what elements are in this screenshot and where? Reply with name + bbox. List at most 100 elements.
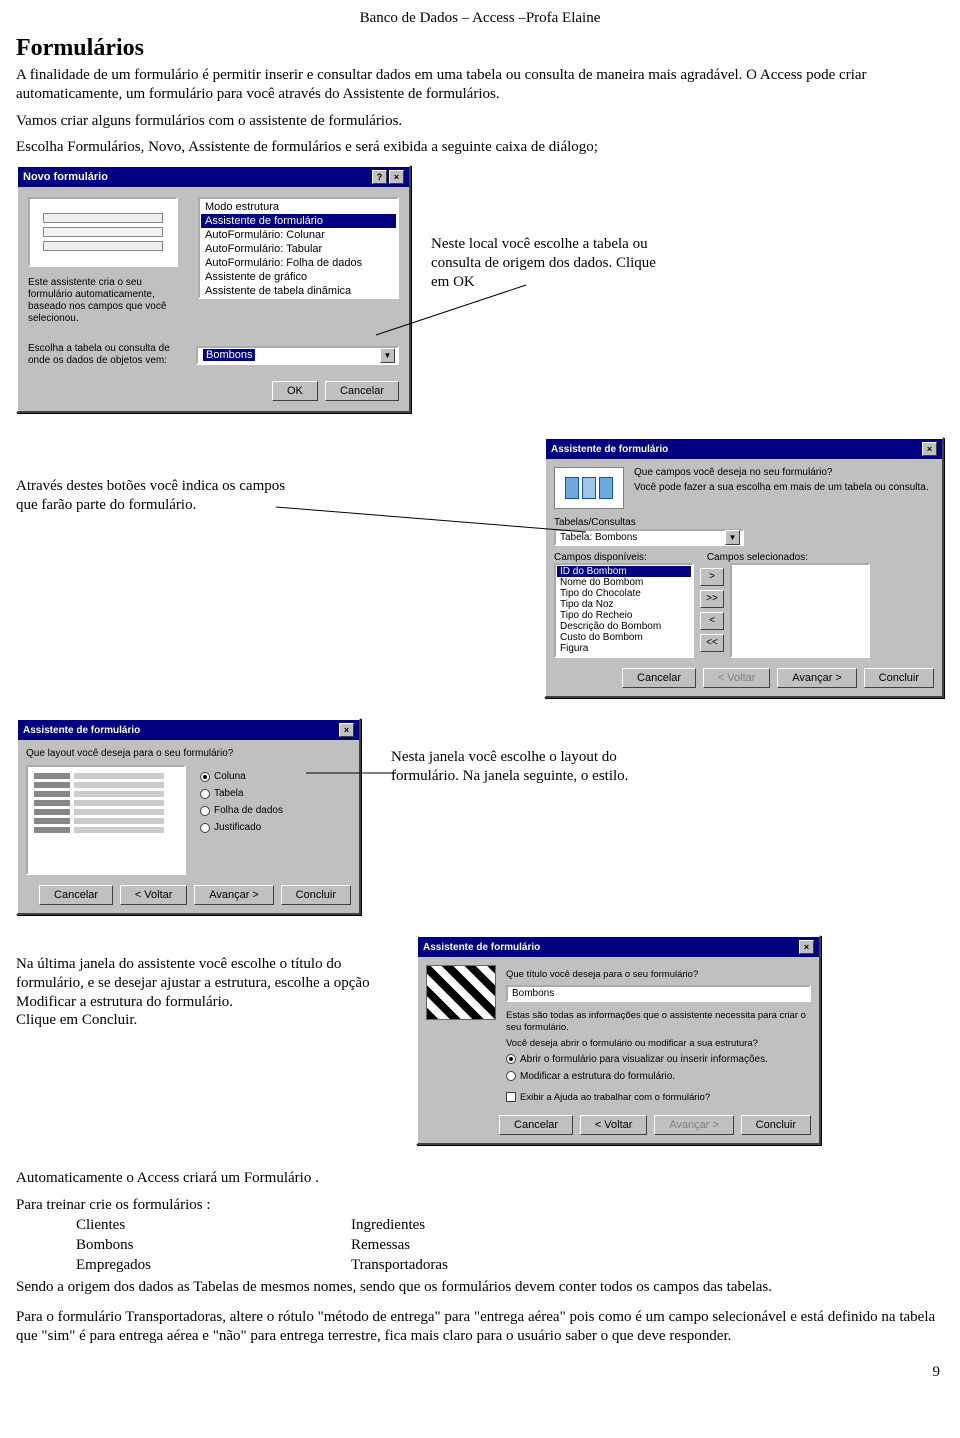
- wizard-fields-dialog: Assistente de formulário × Que campos vo…: [544, 437, 944, 698]
- form-type-option[interactable]: AutoFormulário: Folha de dados: [201, 256, 396, 270]
- dialog-titlebar: Assistente de formulário ×: [546, 439, 942, 459]
- callout-arrows: Através destes botões você indica os cam…: [16, 437, 306, 515]
- form-name-item: Bombons: [76, 1235, 151, 1255]
- tables-queries-combobox[interactable]: Tabela: Bombons ▼: [554, 529, 744, 546]
- form-type-option[interactable]: AutoFormulário: Tabular: [201, 242, 396, 256]
- back-button[interactable]: < Voltar: [120, 885, 188, 905]
- wizard-prompt2: Você pode fazer a sua escolha em mais de…: [634, 482, 934, 493]
- checkered-flag-icon: [426, 965, 496, 1020]
- dialog-titlebar: Assistente de formulário ×: [418, 937, 819, 957]
- form-name-item: Ingredientes: [351, 1215, 448, 1235]
- form-type-listbox[interactable]: Modo estruturaAssistente de formulárioAu…: [198, 197, 399, 299]
- finish-button[interactable]: Concluir: [741, 1115, 811, 1135]
- wizard-finish-dialog: Assistente de formulário × Que título vo…: [416, 935, 821, 1145]
- layout-radio-label: Coluna: [214, 771, 246, 782]
- section-title: Formulários: [16, 35, 944, 62]
- available-fields-listbox[interactable]: ID do BombomNome do BombomTipo do Chocol…: [554, 563, 694, 658]
- form-type-option[interactable]: Assistente de tabela dinâmica: [201, 284, 396, 298]
- selected-fields-listbox[interactable]: [730, 563, 870, 658]
- finish-button[interactable]: Concluir: [281, 885, 351, 905]
- cancel-button[interactable]: Cancelar: [622, 668, 696, 688]
- radio-modify-form-label: Modificar a estrutura do formulário.: [520, 1071, 675, 1082]
- back-button[interactable]: < Voltar: [580, 1115, 648, 1135]
- available-field-item[interactable]: Nome do Bombom: [557, 577, 691, 588]
- form-type-option[interactable]: Assistente de formulário: [201, 214, 396, 228]
- wizard-prompt: Que campos você deseja no seu formulário…: [634, 467, 934, 478]
- add-one-button[interactable]: >: [700, 568, 724, 586]
- intro-p2: Vamos criar alguns formulários com o ass…: [16, 112, 944, 131]
- dialog-titlebar: Assistente de formulário ×: [18, 720, 359, 740]
- form-name-item: Transportadoras: [351, 1255, 448, 1275]
- selected-fields-label: Campos selecionados:: [707, 552, 808, 563]
- chevron-down-icon[interactable]: ▼: [725, 530, 740, 545]
- forms-to-create: ClientesBombonsEmpregados IngredientesRe…: [76, 1215, 944, 1276]
- dialog-title: Assistente de formulário: [23, 725, 140, 736]
- layout-radio[interactable]: [200, 772, 210, 782]
- layout-preview: [26, 765, 186, 875]
- new-form-dialog: Novo formulário ? × Este assistente cria…: [16, 165, 411, 413]
- next-button[interactable]: Avançar >: [777, 668, 857, 688]
- callout-layout: Nesta janela você escolhe o layout do fo…: [391, 718, 651, 786]
- finish-button[interactable]: Concluir: [864, 668, 934, 688]
- help-icon[interactable]: ?: [372, 170, 387, 184]
- callout-final: Na última janela do assistente você esco…: [16, 935, 396, 1030]
- layout-options: Coluna Tabela Folha de dados Justificado: [200, 765, 283, 875]
- layout-radio-label: Justificado: [214, 822, 261, 833]
- remove-all-button[interactable]: <<: [700, 634, 724, 652]
- form-type-option[interactable]: Assistente de gráfico: [201, 270, 396, 284]
- form-type-option[interactable]: AutoFormulário: Colunar: [201, 228, 396, 242]
- dialog-title: Assistente de formulário: [423, 942, 540, 953]
- layout-radio-label: Folha de dados: [214, 805, 283, 816]
- layout-radio-label: Tabela: [214, 788, 243, 799]
- after-p3: Sendo a origem dos dados as Tabelas de m…: [16, 1278, 944, 1297]
- add-all-button[interactable]: >>: [700, 590, 724, 608]
- available-field-item[interactable]: ID do Bombom: [557, 566, 691, 577]
- wizard-description: Este assistente cria o seu formulário au…: [28, 277, 188, 325]
- intro-p3: Escolha Formulários, Novo, Assistente de…: [16, 138, 944, 157]
- next-button[interactable]: Avançar >: [194, 885, 274, 905]
- field-move-buttons: > >> < <<: [700, 563, 724, 658]
- source-combobox[interactable]: Bombons ▼: [196, 346, 399, 365]
- available-fields-label: Campos disponíveis:: [554, 552, 647, 563]
- next-button[interactable]: Avançar >: [654, 1115, 734, 1135]
- layout-radio[interactable]: [200, 806, 210, 816]
- available-field-item[interactable]: Tipo do Chocolate: [557, 588, 691, 599]
- after-p2: Para treinar crie os formulários :: [16, 1196, 944, 1215]
- dialog-title: Assistente de formulário: [551, 444, 668, 455]
- back-button[interactable]: < Voltar: [703, 668, 771, 688]
- cancel-button[interactable]: Cancelar: [39, 885, 113, 905]
- finish-info2: Você deseja abrir o formulário ou modifi…: [506, 1038, 811, 1050]
- available-field-item[interactable]: Descrição do Bombom: [557, 621, 691, 632]
- wizard-layout-dialog: Assistente de formulário × Que layout vo…: [16, 718, 361, 915]
- cancel-button[interactable]: Cancelar: [325, 381, 399, 401]
- layout-radio[interactable]: [200, 789, 210, 799]
- form-title-input[interactable]: Bombons: [506, 985, 811, 1002]
- ok-button[interactable]: OK: [272, 381, 318, 401]
- layout-question: Que layout você deseja para o seu formul…: [26, 748, 351, 759]
- radio-open-form[interactable]: [506, 1054, 516, 1064]
- intro-p1: A finalidade de um formulário é permitir…: [16, 66, 944, 104]
- available-field-item[interactable]: Tipo da Noz: [557, 599, 691, 610]
- wizard-banner-icon: [554, 467, 624, 509]
- form-name-item: Clientes: [76, 1215, 151, 1235]
- close-icon[interactable]: ×: [389, 170, 404, 184]
- page-header: Banco de Dados – Access –Profa Elaine: [16, 10, 944, 27]
- close-icon[interactable]: ×: [799, 940, 814, 954]
- cancel-button[interactable]: Cancelar: [499, 1115, 573, 1135]
- close-icon[interactable]: ×: [339, 723, 354, 737]
- after-p1: Automaticamente o Access criará um Formu…: [16, 1169, 944, 1188]
- document-page: Banco de Dados – Access –Profa Elaine Fo…: [0, 0, 960, 1401]
- close-icon[interactable]: ×: [922, 442, 937, 456]
- help-checkbox[interactable]: [506, 1092, 516, 1102]
- available-field-item[interactable]: Tipo do Recheio: [557, 610, 691, 621]
- remove-one-button[interactable]: <: [700, 612, 724, 630]
- form-type-option[interactable]: Modo estrutura: [201, 200, 396, 214]
- form-name-item: Remessas: [351, 1235, 448, 1255]
- radio-modify-form[interactable]: [506, 1071, 516, 1081]
- available-field-item[interactable]: Figura: [557, 643, 691, 654]
- layout-radio[interactable]: [200, 823, 210, 833]
- finish-info1: Estas são todas as informações que o ass…: [506, 1010, 811, 1034]
- after-p4: Para o formulário Transportadoras, alter…: [16, 1308, 944, 1346]
- chevron-down-icon[interactable]: ▼: [380, 348, 395, 363]
- available-field-item[interactable]: Custo do Bombom: [557, 632, 691, 643]
